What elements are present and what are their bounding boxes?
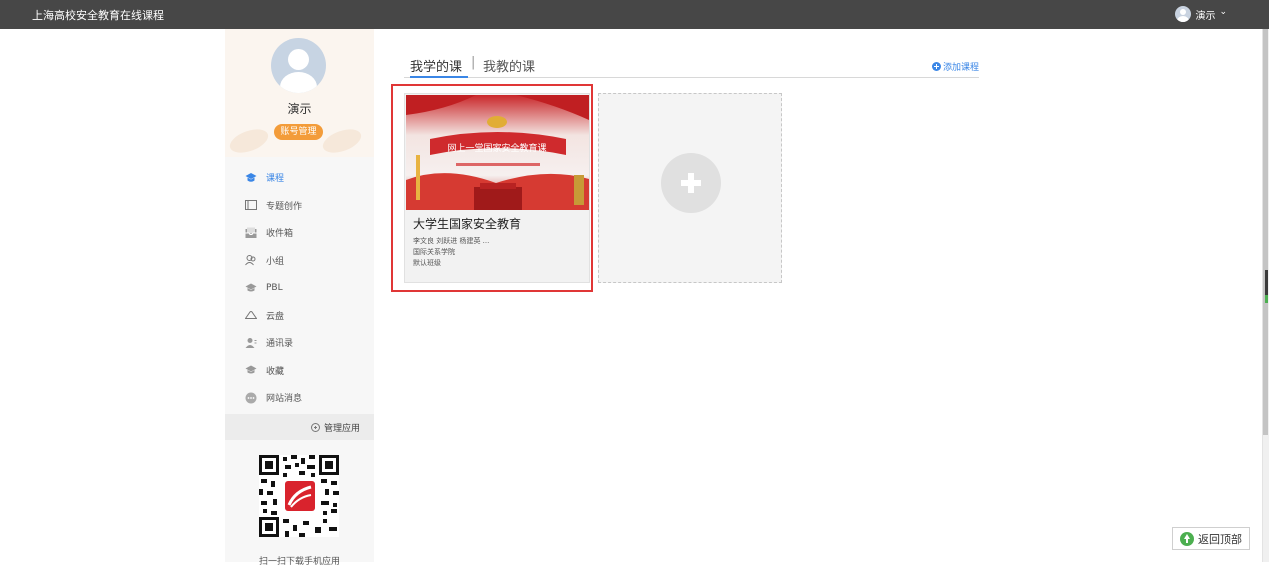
- back-to-top-button[interactable]: 返回顶部: [1172, 527, 1250, 550]
- qr-caption: 扫一扫下载手机应用: [258, 557, 340, 567]
- plus-circle-icon: [310, 422, 320, 432]
- sidebar-item-label: 小组: [266, 256, 285, 267]
- course-icon: [245, 172, 257, 184]
- sidebar-item-inbox[interactable]: 收件箱: [225, 219, 374, 247]
- sidebar-item-contacts[interactable]: 通讯录: [225, 329, 374, 357]
- course-card[interactable]: 网上一堂国家安全教育课 大学生国家安全教育 李文良 刘跃进 杨建英 ... 国际…: [391, 84, 593, 292]
- add-course-label: 添加课程: [942, 63, 979, 73]
- topic-icon: [245, 199, 257, 211]
- site-title[interactable]: 上海高校安全教育在线课程: [32, 7, 164, 23]
- sidebar-item-label: 云盘: [266, 311, 285, 322]
- course-tabs: 我学的课 | 我教的课 添加课程: [404, 55, 979, 78]
- sidebar-item-label: 收藏: [266, 366, 285, 377]
- decorative-wave: [319, 124, 365, 158]
- sidebar-item-label: 网站消息: [266, 394, 303, 405]
- sidebar-item-label: 专题创作: [266, 201, 303, 212]
- plus-circle-icon: [931, 62, 941, 71]
- course-title[interactable]: 大学生国家安全教育: [413, 215, 521, 232]
- avatar-body: [280, 72, 317, 93]
- scrollbar-thumb[interactable]: [1263, 29, 1268, 435]
- course-card-body: 网上一堂国家安全教育课 大学生国家安全教育 李文良 刘跃进 杨建英 ... 国际…: [404, 93, 590, 283]
- plus-icon: [661, 153, 721, 213]
- user-name: 演示: [1195, 10, 1216, 22]
- sidebar-item-favorites[interactable]: 收藏: [225, 357, 374, 385]
- tab-my-teaching[interactable]: 我教的课: [483, 56, 535, 78]
- tab-separator: |: [471, 55, 476, 70]
- add-course-link[interactable]: 添加课程: [931, 60, 979, 73]
- sidebar-item-label: 通讯录: [266, 339, 294, 350]
- user-menu[interactable]: 演示 ⌄: [1175, 6, 1227, 22]
- page-scrollbar[interactable]: [1262, 29, 1269, 562]
- sidebar-item-course[interactable]: 课程: [225, 164, 374, 192]
- contacts-icon: [245, 337, 257, 349]
- sidebar-item-label: 课程: [266, 174, 285, 185]
- course-class: 默认班级: [413, 259, 441, 267]
- sidebar-item-pbl[interactable]: PBL: [225, 274, 374, 302]
- user-avatar-icon: [1175, 6, 1192, 22]
- avatar[interactable]: [271, 38, 326, 93]
- avatar-head: [288, 49, 309, 70]
- account-manage-button[interactable]: 账号管理: [274, 124, 323, 140]
- pbl-icon: [245, 282, 257, 294]
- profile-name: 演示: [287, 102, 312, 116]
- sidebar-item-label: PBL: [266, 282, 283, 293]
- tab-my-learning[interactable]: 我学的课: [410, 56, 468, 78]
- decorative-wave: [226, 124, 272, 158]
- sidebar-item-label: 收件箱: [266, 229, 294, 240]
- cover-banner-text: 网上一堂国家安全教育课: [447, 142, 546, 154]
- message-icon: [245, 392, 257, 404]
- sidebar-nav: 课程 专题创作 收件箱 小组 PBL 云盘 通讯录 收藏 网站消息: [225, 164, 374, 412]
- favorites-icon: [245, 364, 257, 376]
- sidebar-item-cloud[interactable]: 云盘: [225, 302, 374, 330]
- sidebar: 演示 账号管理 课程 专题创作 收件箱 小组 PBL 云盘 通讯录 收藏 网站消…: [225, 29, 374, 567]
- sidebar-item-topic[interactable]: 专题创作: [225, 192, 374, 220]
- course-department: 国际关系学院: [413, 248, 455, 256]
- course-cover-image[interactable]: 网上一堂国家安全教育课: [406, 95, 589, 210]
- sidebar-item-group[interactable]: 小组: [225, 247, 374, 275]
- add-course-card[interactable]: [598, 93, 782, 283]
- back-to-top-label: 返回顶部: [1198, 532, 1242, 546]
- chevron-down-icon: ⌄: [1219, 7, 1227, 17]
- arrow-up-icon: [1180, 531, 1194, 546]
- qr-code: [259, 455, 339, 537]
- manage-apps-label: 管理应用: [323, 423, 360, 434]
- profile-panel: 演示 账号管理: [225, 29, 374, 158]
- sidebar-item-messages[interactable]: 网站消息: [225, 384, 374, 412]
- group-icon: [245, 254, 257, 266]
- course-teachers: 李文良 刘跃进 杨建英 ...: [413, 237, 490, 245]
- top-bar: 上海高校安全教育在线课程 演示 ⌄: [0, 0, 1269, 29]
- cloud-icon: [245, 309, 257, 321]
- manage-apps-button[interactable]: 管理应用: [225, 414, 374, 440]
- scroll-marker-green: [1265, 295, 1268, 303]
- inbox-icon: [245, 227, 257, 239]
